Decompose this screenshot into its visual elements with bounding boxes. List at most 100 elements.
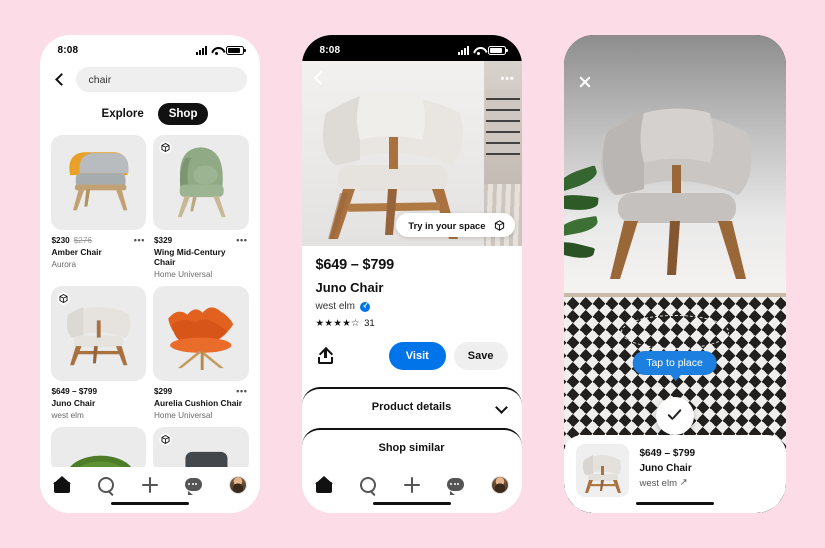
home-indicator bbox=[110, 501, 189, 505]
green-chair-illustration bbox=[67, 455, 134, 471]
product-card[interactable]: $329 ••• Wing Mid-Century Chair Home Uni… bbox=[153, 135, 249, 279]
avatar-icon[interactable] bbox=[228, 476, 247, 494]
tap-to-place-tooltip: Tap to place bbox=[632, 351, 717, 381]
overflow-menu-icon[interactable]: ••• bbox=[501, 73, 515, 85]
chat-icon[interactable] bbox=[184, 476, 203, 495]
product-details-row[interactable]: Product details bbox=[302, 389, 522, 424]
aurelia-chair-illustration bbox=[168, 307, 234, 370]
ar-cube-icon[interactable] bbox=[56, 292, 70, 305]
price-row: $329 bbox=[154, 236, 248, 245]
tab-explore[interactable]: Explore bbox=[91, 103, 155, 125]
ar-placed-chair[interactable] bbox=[588, 85, 764, 295]
ar-cube-icon bbox=[494, 219, 504, 231]
product-price: $299 bbox=[154, 386, 173, 396]
product-meta: $329 ••• Wing Mid-Century Chair Home Uni… bbox=[153, 230, 249, 279]
home-icon[interactable] bbox=[314, 476, 333, 494]
product-card[interactable]: $230 $276 ••• Amber Chair Aurora bbox=[50, 135, 147, 279]
product-image[interactable] bbox=[153, 135, 249, 230]
try-in-your-space-label: Try in your space bbox=[408, 219, 486, 231]
product-name: Juno Chair bbox=[639, 463, 692, 474]
product-price-original: $276 bbox=[73, 236, 92, 245]
ar-cube-icon[interactable] bbox=[159, 433, 172, 446]
status-time: 8:08 bbox=[319, 44, 341, 56]
product-image[interactable] bbox=[50, 285, 146, 381]
back-chevron-icon[interactable] bbox=[53, 73, 67, 87]
status-time: 8:08 bbox=[57, 44, 79, 56]
overflow-menu-icon[interactable]: ••• bbox=[134, 235, 145, 245]
home-indicator bbox=[635, 501, 714, 505]
back-chevron-icon[interactable] bbox=[312, 70, 327, 85]
plus-icon[interactable] bbox=[403, 476, 421, 494]
product-price: $649 – $799 bbox=[315, 257, 395, 273]
shop-similar-row[interactable]: Shop similar bbox=[302, 430, 522, 465]
product-image[interactable] bbox=[153, 285, 249, 381]
ar-camera-scene[interactable]: Tap to place $649 – $799 Juno Chair west… bbox=[563, 35, 786, 513]
search-input[interactable]: chair bbox=[75, 67, 247, 92]
share-icon[interactable] bbox=[317, 348, 333, 364]
price-row: $299 bbox=[154, 387, 248, 396]
product-image[interactable] bbox=[50, 135, 146, 230]
cellular-bars-icon bbox=[195, 45, 207, 55]
juno-chair-thumbnail bbox=[582, 455, 621, 493]
product-brand: Home Universal bbox=[154, 410, 213, 420]
product-name: Juno Chair bbox=[51, 397, 96, 408]
overflow-menu-icon[interactable]: ••• bbox=[236, 235, 247, 245]
product-brand: west elm bbox=[51, 410, 84, 420]
bottom-nav bbox=[301, 467, 522, 513]
product-details-sheet[interactable]: Product details bbox=[301, 387, 522, 424]
explore-shop-toggle: Explore Shop bbox=[40, 103, 260, 125]
check-icon[interactable] bbox=[655, 397, 694, 435]
product-details-label: Product details bbox=[371, 400, 452, 413]
search-bar-row: chair bbox=[40, 61, 260, 92]
status-indicators bbox=[195, 45, 246, 55]
action-row: Visit Save bbox=[316, 342, 508, 383]
price-row: $649 – $799 bbox=[52, 387, 146, 396]
ar-cube-icon[interactable] bbox=[159, 141, 172, 154]
cellular-bars-icon bbox=[457, 45, 469, 55]
placement-ellipse bbox=[620, 315, 729, 349]
rating-count: 31 bbox=[364, 318, 375, 329]
home-icon[interactable] bbox=[52, 476, 71, 494]
overflow-menu-icon[interactable]: ••• bbox=[236, 386, 247, 396]
wifi-icon bbox=[473, 46, 484, 55]
product-price: $329 bbox=[154, 236, 173, 245]
product-meta: $230 $276 ••• Amber Chair Aurora bbox=[51, 230, 147, 269]
price-row: $230 $276 bbox=[52, 236, 146, 245]
status-bar: 8:08 bbox=[40, 35, 260, 61]
product-card[interactable]: $299 ••• Aurelia Cushion Chair Home Univ… bbox=[153, 285, 249, 420]
product-name: Aurelia Cushion Chair bbox=[154, 397, 242, 408]
avatar-icon[interactable] bbox=[490, 476, 509, 494]
battery-icon bbox=[225, 45, 246, 55]
shop-similar-label: Shop similar bbox=[378, 441, 445, 454]
rating-row: ★★★★☆ 31 bbox=[316, 318, 508, 329]
search-icon[interactable] bbox=[359, 476, 377, 494]
brand-row[interactable]: west elm bbox=[316, 301, 508, 312]
tab-shop[interactable]: Shop bbox=[157, 103, 209, 125]
status-indicators bbox=[457, 45, 508, 55]
external-link-icon: ↗ bbox=[679, 477, 688, 488]
search-icon[interactable] bbox=[97, 476, 115, 494]
phone-ar-view: Tap to place $649 – $799 Juno Chair west… bbox=[563, 35, 786, 513]
product-price: $230 bbox=[51, 236, 70, 245]
home-indicator bbox=[372, 501, 451, 505]
phone-search-results: 8:08 chair Explore Shop $230 $276 ••• Am… bbox=[39, 35, 260, 513]
product-grid: $230 $276 ••• Amber Chair Aurora $329 ••… bbox=[40, 125, 260, 473]
product-price: $649 – $799 bbox=[51, 386, 98, 396]
try-in-your-space-button[interactable]: Try in your space bbox=[396, 213, 515, 237]
product-meta: $649 – $799 Juno Chair west elm bbox=[51, 381, 147, 420]
visit-button[interactable]: Visit bbox=[388, 342, 446, 370]
chat-icon[interactable] bbox=[446, 476, 465, 495]
ar-product-text: $649 – $799 Juno Chair west elm ↗ bbox=[640, 444, 696, 489]
product-hero-carousel[interactable]: ••• Try in your space bbox=[301, 61, 522, 246]
close-icon[interactable] bbox=[578, 75, 592, 89]
product-info: $649 – $799 Juno Chair west elm ★★★★☆ 31… bbox=[301, 246, 522, 383]
product-name: Juno Chair bbox=[315, 280, 384, 295]
star-rating-icon: ★★★★☆ bbox=[315, 318, 361, 329]
showcase-stage: 8:08 chair Explore Shop $230 $276 ••• Am… bbox=[0, 0, 825, 548]
product-card[interactable]: $649 – $799 Juno Chair west elm bbox=[50, 285, 147, 420]
save-button[interactable]: Save bbox=[453, 342, 508, 370]
product-brand[interactable]: west elm ↗ bbox=[640, 477, 696, 489]
plus-icon[interactable] bbox=[141, 476, 159, 494]
battery-icon bbox=[487, 45, 508, 55]
chevron-down-icon[interactable] bbox=[496, 402, 506, 412]
